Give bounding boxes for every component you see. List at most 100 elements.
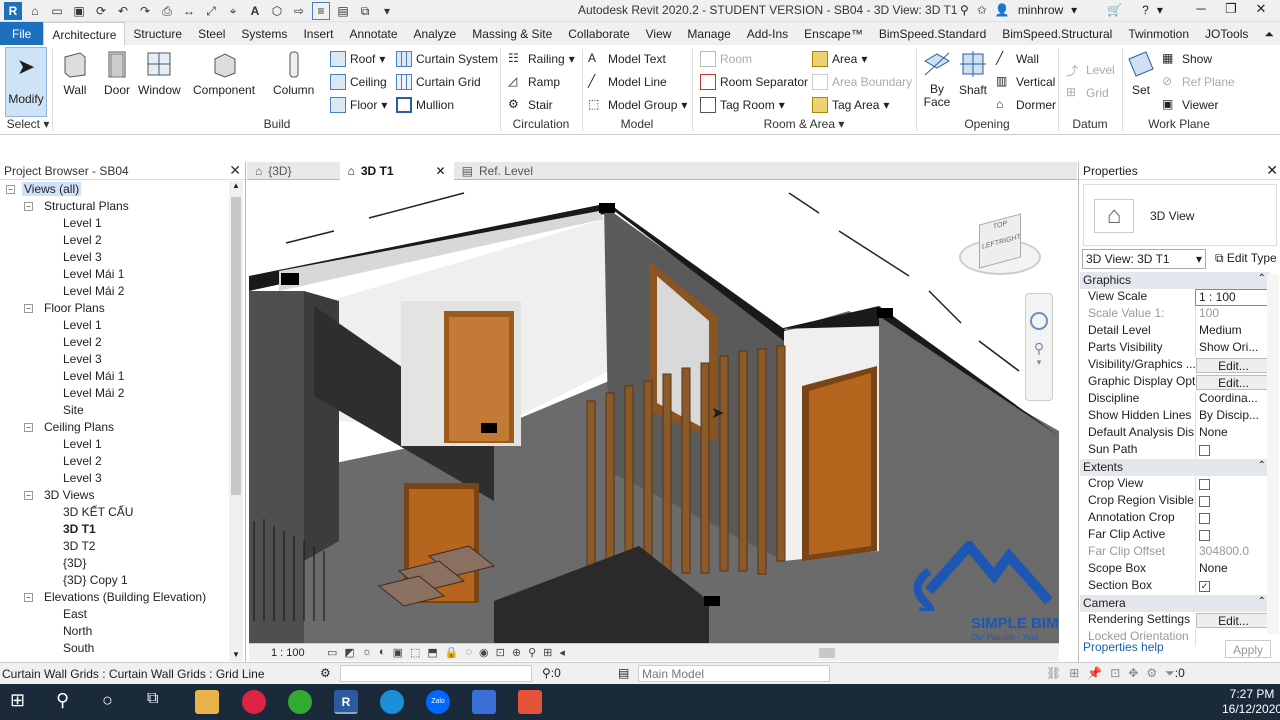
property-checkbox-cell[interactable] [1195, 510, 1269, 527]
nav-dropdown-icon[interactable]: ▾ [1026, 357, 1052, 368]
tree-item-view[interactable]: Level 1 [63, 216, 102, 230]
tree-item-view[interactable]: Level 2 [63, 233, 102, 247]
dimension-icon[interactable]: ⤢ [202, 2, 220, 20]
browser-scrollbar[interactable]: ▲ ▼ [229, 181, 243, 661]
render-icon[interactable]: ▣ [393, 646, 403, 659]
tree-item-view[interactable]: Level 3 [63, 250, 102, 264]
close-tab-icon[interactable]: ✕ [436, 164, 446, 178]
grid-button[interactable]: ⊞ Grid [1066, 85, 1109, 101]
filter-icon[interactable]: ⏷:0 [1165, 666, 1185, 681]
tab-view[interactable]: View [638, 22, 680, 45]
app-green-icon[interactable] [288, 690, 312, 714]
property-edit-button[interactable]: Edit... [1196, 613, 1268, 628]
workset-icon[interactable]: ⚙ [320, 666, 331, 680]
cart-icon[interactable]: 🛒 [1107, 3, 1122, 17]
sync-icon[interactable]: ⟳ [92, 2, 110, 20]
tree-item-view[interactable]: Level Mái 1 [63, 369, 124, 383]
tree-item-view[interactable]: Level 3 [63, 352, 102, 366]
tab-massing[interactable]: Massing & Site [464, 22, 560, 45]
curtain-system-button[interactable]: Curtain System [396, 51, 498, 67]
zoom-icon[interactable]: ⚲ [1026, 340, 1052, 357]
properties-help-link[interactable]: Properties help [1083, 640, 1164, 654]
vertical-button[interactable]: ▥ Vertical [996, 74, 1055, 90]
app-red-icon[interactable] [518, 690, 542, 714]
tab-insert[interactable]: Insert [295, 22, 341, 45]
area-button[interactable]: Area ▾ [812, 51, 867, 67]
tab-jotools[interactable]: JOTools [1197, 22, 1256, 45]
tab-manage[interactable]: Manage [679, 22, 738, 45]
tree-toggle-icon[interactable]: − [6, 185, 15, 194]
open-icon[interactable]: ▭ [48, 2, 66, 20]
tree-item-view[interactable]: North [63, 624, 92, 638]
section-icon[interactable]: ⇨ [290, 2, 308, 20]
user-icon[interactable]: 👤 [995, 3, 1010, 17]
steering-wheel-icon[interactable] [1030, 312, 1048, 330]
visual-style-icon[interactable]: ◩ [344, 646, 354, 659]
scroll-left-icon[interactable]: ◂ [559, 646, 565, 659]
section-extents[interactable]: Extents ⌃ [1080, 459, 1270, 476]
thin-lines-icon[interactable]: ≡ [312, 2, 330, 20]
3d-viewport[interactable]: TOP LEFT RIGHT ⚲ ▾ SIMPLE BIM Our Passion… [249, 181, 1059, 643]
task-view-icon[interactable]: ⧉ [147, 690, 171, 714]
photos-icon[interactable] [472, 690, 496, 714]
detail-level-icon[interactable]: ▭ [327, 646, 337, 659]
view-scale-label[interactable]: 1 : 100 [271, 647, 305, 659]
checkbox[interactable]: ✓ [1199, 581, 1210, 592]
scroll-up-icon[interactable]: ▲ [229, 181, 243, 190]
system-clock[interactable]: 7:27 PM 16/12/2020 [1222, 687, 1280, 717]
floor-button[interactable]: Floor ▾ [330, 97, 387, 113]
windows-start-icon[interactable]: ⊞ [10, 690, 34, 714]
viewer-button[interactable]: ▣ Viewer [1162, 97, 1218, 113]
room-area-panel-label[interactable]: Room & Area ▾ [694, 117, 914, 131]
area-boundary-button[interactable]: Area Boundary [812, 74, 912, 90]
property-value[interactable]: None [1195, 561, 1269, 578]
tree-item-group[interactable]: Views (all) [22, 182, 82, 196]
select-panel-label[interactable]: Select ▾ [6, 117, 50, 131]
tab-bimspeed-standard[interactable]: BimSpeed.Standard [871, 22, 994, 45]
tree-item-group[interactable]: 3D Views [44, 488, 94, 502]
dormer-button[interactable]: ⌂ Dormer [996, 97, 1056, 113]
revit-logo-icon[interactable]: R [4, 2, 22, 20]
property-checkbox-cell[interactable] [1195, 527, 1269, 544]
window-button[interactable]: Window [138, 49, 181, 97]
help-dropdown-icon[interactable]: ▾ [1157, 3, 1163, 17]
by-face-button[interactable]: By Face [922, 49, 952, 109]
ribbon-minimize-icon[interactable]: ⏶ [1256, 22, 1280, 45]
tree-item-view[interactable]: Level Mái 2 [63, 284, 124, 298]
lock-icon[interactable]: 🔒 [445, 646, 459, 659]
tree-item-view[interactable]: Level Mái 2 [63, 386, 124, 400]
revit-taskbar-icon[interactable]: R [334, 690, 358, 714]
search-icon[interactable]: ⚲ [56, 690, 80, 714]
railing-button[interactable]: ☷ Railing ▾ [508, 51, 575, 67]
stair-button[interactable]: ⚙ Stair [508, 97, 553, 113]
worksharing-icon[interactable]: ⊡ [496, 646, 505, 659]
edit-type-button[interactable]: ⧉ Edit Type [1211, 249, 1280, 269]
h-scroll-thumb[interactable] [819, 648, 835, 658]
tab-analyze[interactable]: Analyze [406, 22, 465, 45]
tree-item-view[interactable]: Level 1 [63, 318, 102, 332]
ceiling-button[interactable]: Ceiling [330, 74, 387, 90]
help-icon[interactable]: ? [1142, 3, 1149, 17]
property-checkbox-cell[interactable] [1195, 442, 1269, 459]
tab-annotate[interactable]: Annotate [341, 22, 405, 45]
mullion-button[interactable]: Mullion [396, 97, 454, 113]
temp-hide-icon[interactable]: ◌ [465, 646, 472, 659]
property-value[interactable]: Show Ori... [1195, 340, 1269, 357]
tab-addins[interactable]: Add-Ins [739, 22, 796, 45]
constraints-icon[interactable]: ⚲ [528, 646, 536, 659]
curtain-grid-button[interactable]: Curtain Grid [396, 74, 481, 90]
tree-item-view[interactable]: {3D} Copy 1 [63, 573, 128, 587]
model-text-button[interactable]: A Model Text [588, 51, 666, 67]
checkbox[interactable] [1199, 513, 1210, 524]
component-button[interactable]: Component [193, 49, 255, 97]
tree-toggle-icon[interactable]: − [24, 304, 33, 313]
measure-icon[interactable]: ↔ [180, 2, 198, 20]
property-checkbox-cell[interactable]: ✓ [1195, 578, 1269, 595]
select-underlay-icon[interactable]: ⊞ [1069, 666, 1079, 681]
tree-item-view[interactable]: Level 1 [63, 437, 102, 451]
tree-item-view[interactable]: Level 2 [63, 335, 102, 349]
file-explorer-icon[interactable] [195, 690, 219, 714]
ref-plane-button[interactable]: ⊘ Ref Plane [1162, 74, 1235, 90]
close-icon[interactable]: ✕ [229, 162, 241, 179]
checkbox[interactable] [1199, 445, 1210, 456]
